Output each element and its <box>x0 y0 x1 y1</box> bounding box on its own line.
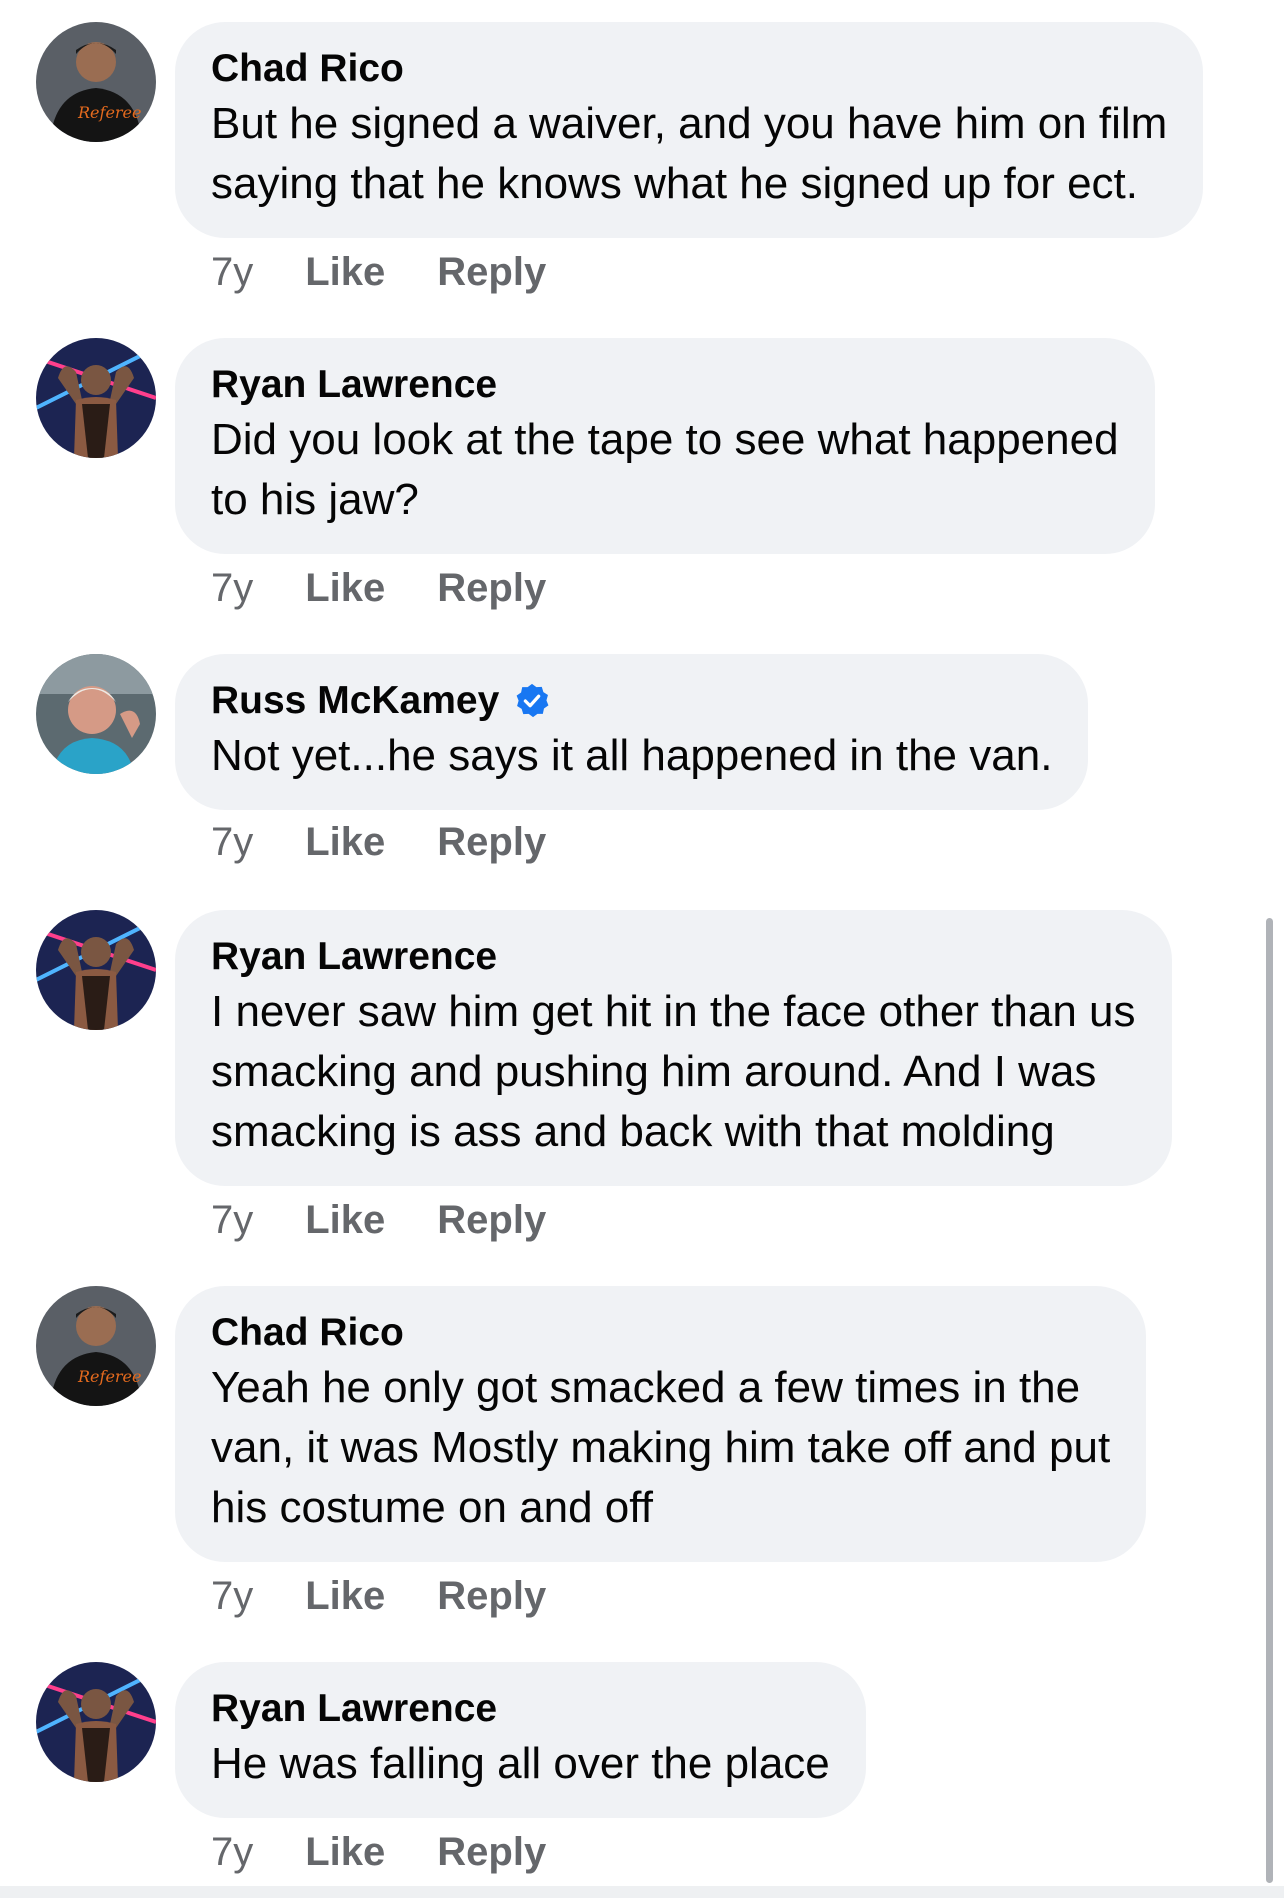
like-button[interactable]: Like <box>305 248 385 296</box>
comment-text-line: smacking is ass and back with that moldi… <box>211 1107 1055 1156</box>
scrollbar[interactable] <box>1266 918 1273 1883</box>
timestamp[interactable]: 7y <box>211 1572 253 1620</box>
timestamp[interactable]: 7y <box>211 564 253 612</box>
svg-text:Referee: Referee <box>77 1367 142 1386</box>
chad-rico-avatar: Referee <box>36 1286 156 1406</box>
comment-text-line: van, it was Mostly making him take off a… <box>211 1423 1111 1472</box>
comment-text-line: saying that he knows what he signed up f… <box>211 159 1139 208</box>
comment-bubble: Russ McKamey Not yet...he says it all ha… <box>175 654 1089 810</box>
russ-mckamey-avatar <box>36 654 156 774</box>
reply-button[interactable]: Reply <box>437 564 546 612</box>
author-name[interactable]: Ryan Lawrence <box>211 1684 830 1734</box>
comment-text-line: to his jaw? <box>211 475 419 524</box>
avatar[interactable]: Referee <box>36 1286 156 1406</box>
comment-bubble: Ryan Lawrence He was falling all over th… <box>175 1662 866 1818</box>
comment-actions: 7y Like Reply <box>211 818 546 866</box>
comment-actions: 7y Like Reply <box>211 1828 546 1876</box>
comment-thread: Referee Chad Rico But he signed a waiver… <box>0 0 1284 1898</box>
comment-actions: 7y Like Reply <box>211 564 546 612</box>
ryan-lawrence-avatar <box>36 1662 156 1782</box>
comment-text-line: Not yet...he says it all happened in the… <box>211 731 1053 780</box>
comment-text-line: He was falling all over the place <box>211 1739 830 1788</box>
timestamp[interactable]: 7y <box>211 818 253 866</box>
author-label[interactable]: Ryan Lawrence <box>211 360 497 410</box>
ryan-lawrence-avatar <box>36 910 156 1030</box>
author-name[interactable]: Chad Rico <box>211 1308 1110 1358</box>
comment-text-line: his costume on and off <box>211 1483 653 1532</box>
comment-actions: 7y Like Reply <box>211 1572 546 1620</box>
avatar[interactable] <box>36 1662 156 1782</box>
like-button[interactable]: Like <box>305 1828 385 1876</box>
comment-bubble: Ryan Lawrence Did you look at the tape t… <box>175 338 1155 554</box>
reply-button[interactable]: Reply <box>437 1572 546 1620</box>
author-label[interactable]: Ryan Lawrence <box>211 932 497 982</box>
avatar[interactable] <box>36 654 156 774</box>
chad-rico-avatar: Referee <box>36 22 156 142</box>
comment-bubble: Chad Rico Yeah he only got smacked a few… <box>175 1286 1147 1562</box>
author-label[interactable]: Russ McKamey <box>211 676 499 726</box>
comment-text-line: But he signed a waiver, and you have him… <box>211 99 1168 148</box>
verified-badge-icon <box>516 683 549 718</box>
comment-text-line: Yeah he only got smacked a few times in … <box>211 1363 1081 1412</box>
avatar[interactable]: Referee <box>36 22 156 142</box>
ryan-lawrence-avatar <box>36 338 156 458</box>
author-name[interactable]: Ryan Lawrence <box>211 360 1119 410</box>
reply-button[interactable]: Reply <box>437 1828 546 1876</box>
reply-button[interactable]: Reply <box>437 818 546 866</box>
like-button[interactable]: Like <box>305 1572 385 1620</box>
comment-bubble: Ryan Lawrence I never saw him get hit in… <box>175 910 1172 1186</box>
author-name[interactable]: Chad Rico <box>211 44 1167 94</box>
avatar[interactable] <box>36 910 156 1030</box>
author-name[interactable]: Ryan Lawrence <box>211 932 1136 982</box>
author-label[interactable]: Ryan Lawrence <box>211 1684 497 1734</box>
comment-text-line: Did you look at the tape to see what hap… <box>211 415 1119 464</box>
bottom-divider <box>0 1886 1284 1898</box>
reply-button[interactable]: Reply <box>437 248 546 296</box>
author-label[interactable]: Chad Rico <box>211 44 404 94</box>
svg-text:Referee: Referee <box>77 103 142 122</box>
author-label[interactable]: Chad Rico <box>211 1308 404 1358</box>
author-name[interactable]: Russ McKamey <box>211 676 1052 726</box>
timestamp[interactable]: 7y <box>211 1828 253 1876</box>
reply-button[interactable]: Reply <box>437 1196 546 1244</box>
comment-actions: 7y Like Reply <box>211 1196 546 1244</box>
like-button[interactable]: Like <box>305 1196 385 1244</box>
like-button[interactable]: Like <box>305 564 385 612</box>
timestamp[interactable]: 7y <box>211 1196 253 1244</box>
avatar[interactable] <box>36 338 156 458</box>
comment-text-line: smacking and pushing him around. And I w… <box>211 1047 1097 1096</box>
comment-bubble: Chad Rico But he signed a waiver, and yo… <box>175 22 1204 238</box>
comment-text-line: I never saw him get hit in the face othe… <box>211 987 1136 1036</box>
timestamp[interactable]: 7y <box>211 248 253 296</box>
comment-actions: 7y Like Reply <box>211 248 546 296</box>
like-button[interactable]: Like <box>305 818 385 866</box>
